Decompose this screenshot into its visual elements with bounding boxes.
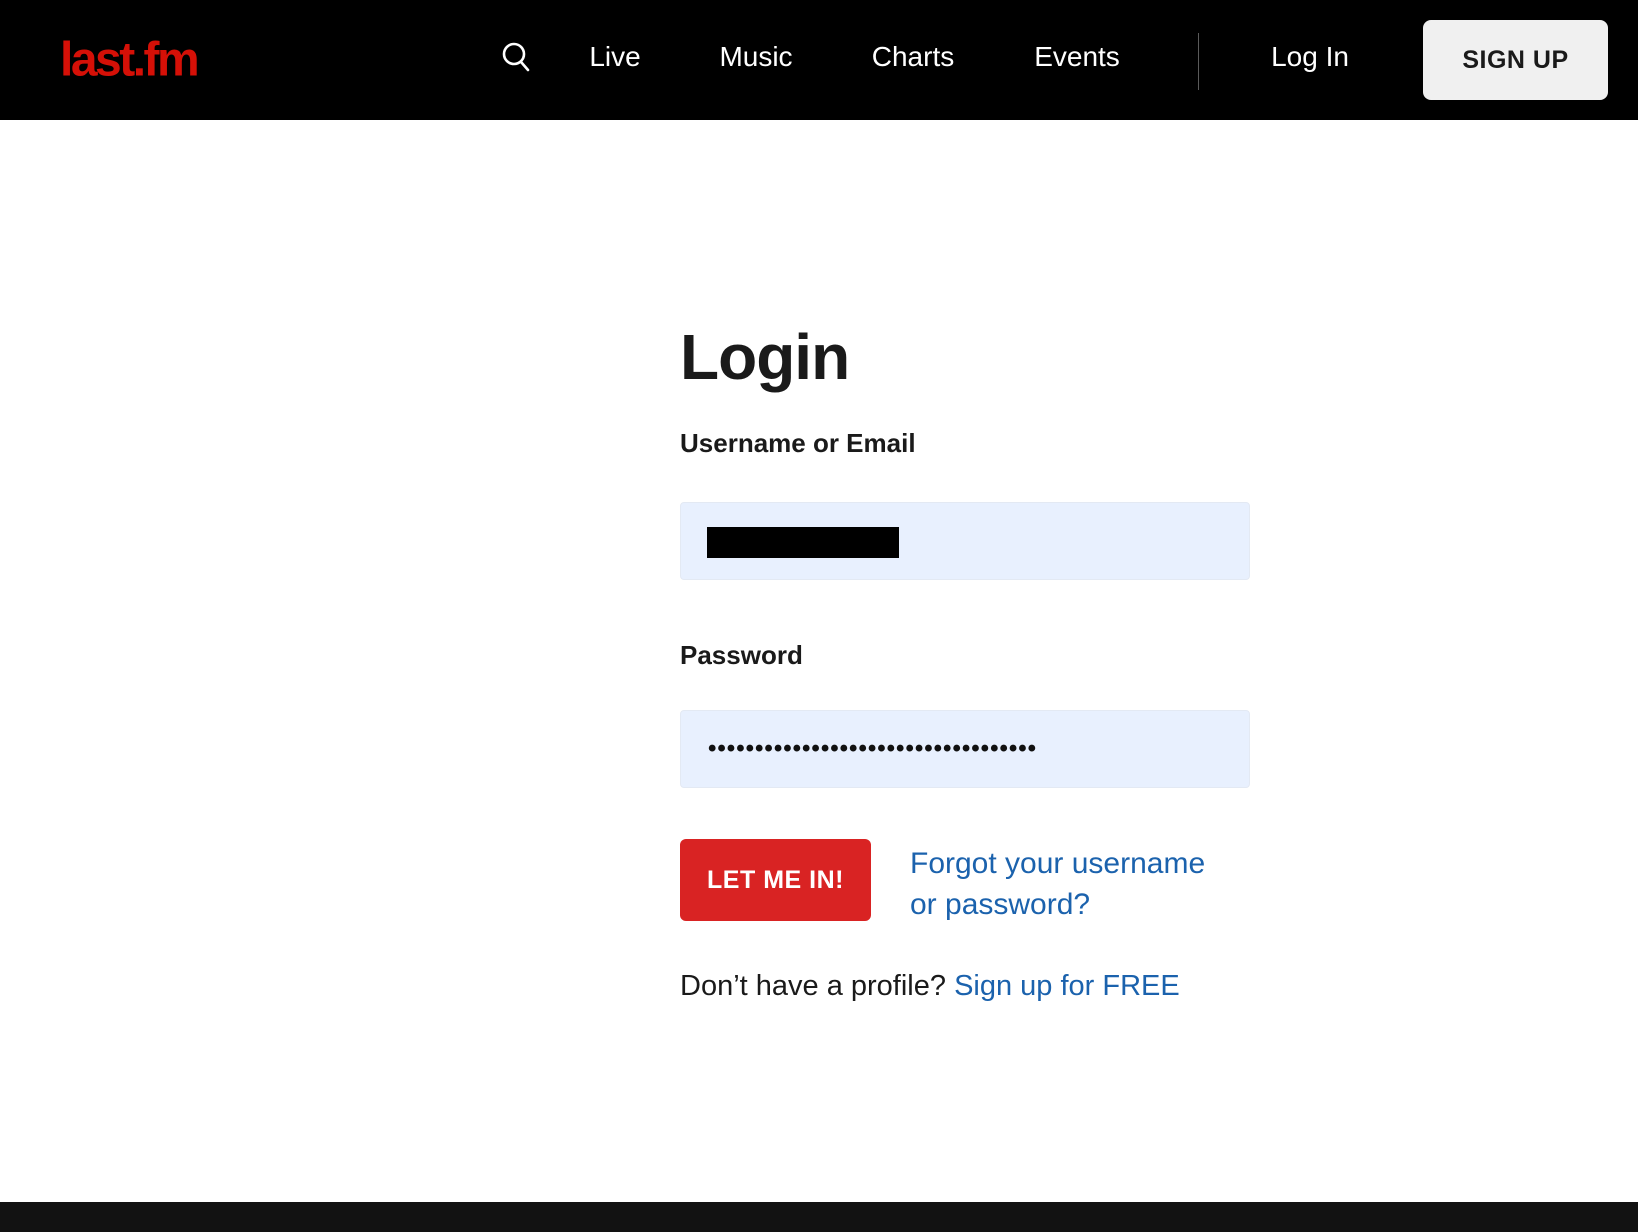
password-label: Password bbox=[680, 640, 803, 671]
sign-up-button[interactable]: SIGN UP bbox=[1423, 20, 1608, 100]
nav-item-events[interactable]: Events bbox=[1034, 41, 1120, 73]
username-input[interactable] bbox=[680, 502, 1250, 580]
username-label: Username or Email bbox=[680, 428, 916, 459]
log-in-link[interactable]: Log In bbox=[1271, 41, 1349, 73]
search-button[interactable] bbox=[494, 35, 538, 79]
nav-item-music[interactable]: Music bbox=[719, 41, 792, 73]
nav-item-charts[interactable]: Charts bbox=[872, 41, 954, 73]
sign-up-for-free-link[interactable]: Sign up for FREE bbox=[954, 970, 1180, 1002]
let-me-in-button[interactable]: LET ME IN! bbox=[680, 839, 871, 921]
forgot-credentials-link[interactable]: Forgot your username or password? bbox=[910, 843, 1210, 925]
lastfm-logo[interactable]: last.fm bbox=[60, 33, 197, 88]
password-input[interactable]: ••••••••••••••••••••••••••••••••••• bbox=[680, 710, 1250, 788]
signup-prompt-text: Don’t have a profile? bbox=[680, 970, 954, 1002]
footer-bar bbox=[0, 1202, 1638, 1232]
signup-prompt-row: Don’t have a profile? Sign up for FREE bbox=[680, 970, 1180, 1003]
nav-item-live[interactable]: Live bbox=[589, 41, 640, 73]
password-masked-value: ••••••••••••••••••••••••••••••••••• bbox=[708, 735, 1037, 763]
page-title: Login bbox=[680, 320, 849, 394]
top-navigation-bar: last.fm Live Music Charts Events Log In … bbox=[0, 0, 1638, 120]
username-redaction-block bbox=[707, 527, 899, 558]
search-icon bbox=[498, 39, 534, 75]
header-divider bbox=[1198, 33, 1199, 90]
